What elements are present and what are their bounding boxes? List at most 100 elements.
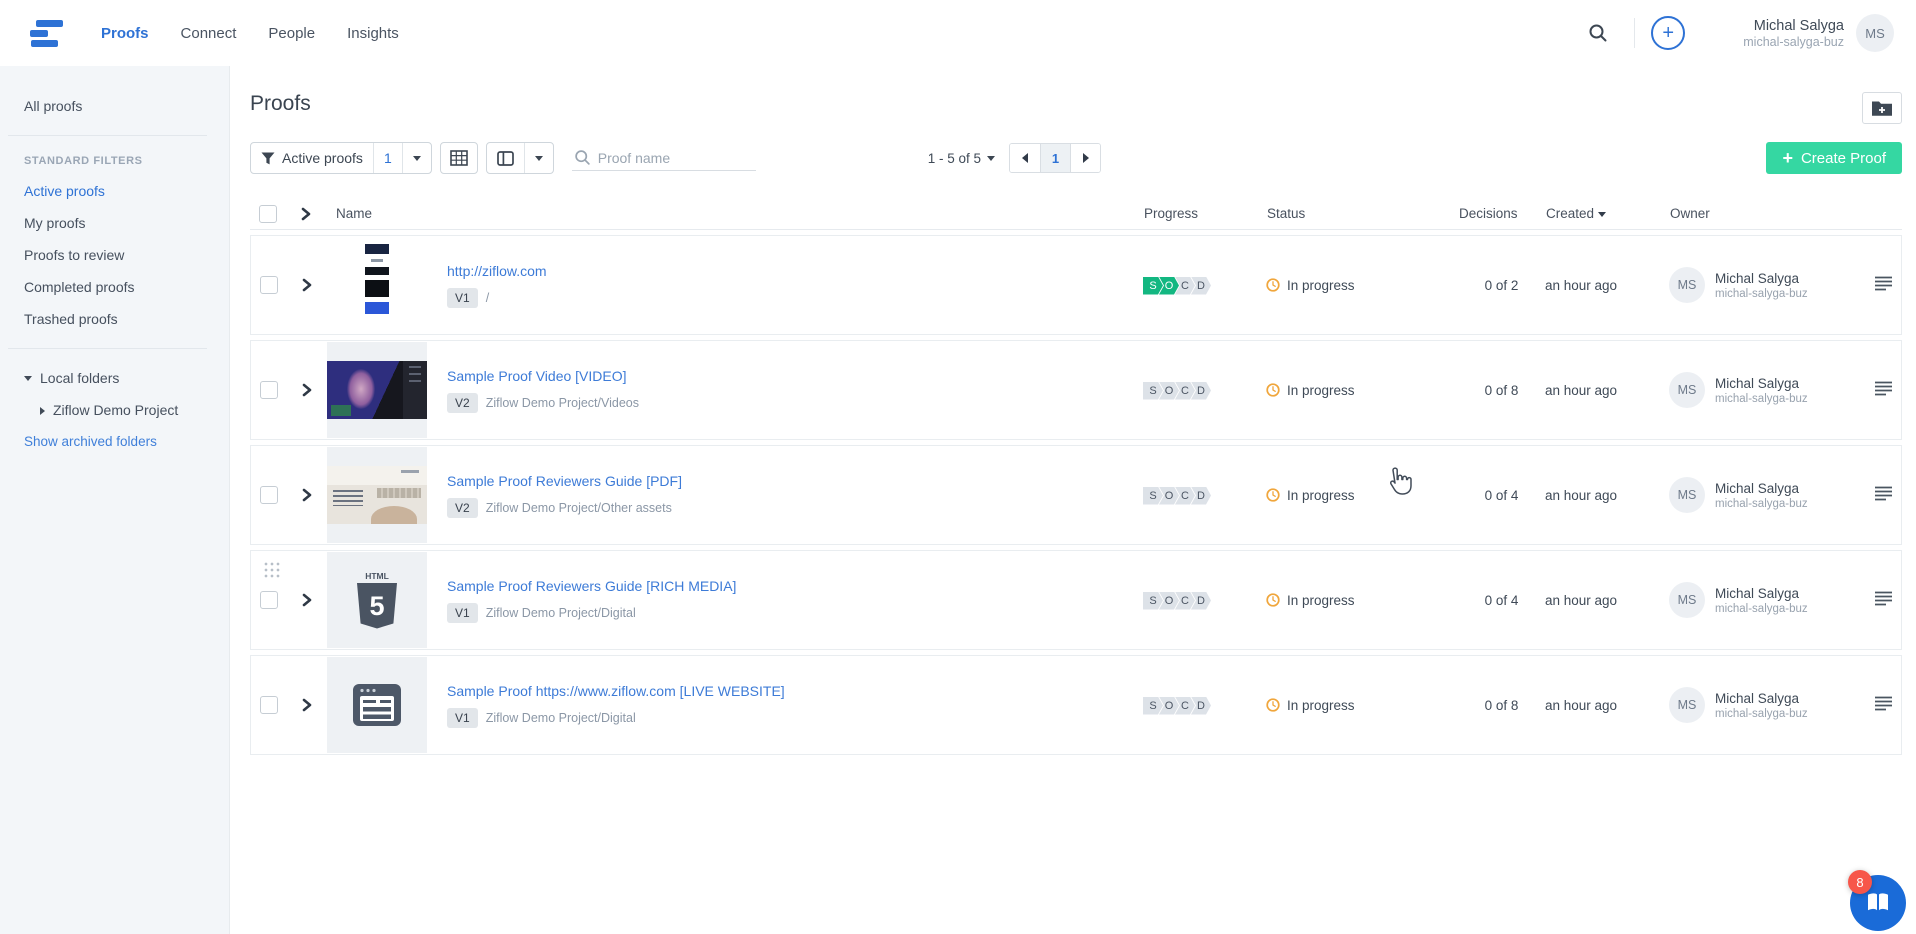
notification-count-badge: 8 xyxy=(1848,870,1872,894)
chevron-down-icon xyxy=(24,376,32,381)
owner-account: michal-salyga-buz xyxy=(1715,603,1808,615)
owner-name: Michal Salyga xyxy=(1715,271,1808,286)
layout-button[interactable] xyxy=(487,143,524,173)
show-archived-folders-link[interactable]: Show archived folders xyxy=(0,426,229,457)
active-filter-button[interactable]: Active proofs xyxy=(251,143,373,173)
owner-avatar: MS xyxy=(1669,477,1705,513)
proof-folder-path[interactable]: / xyxy=(486,291,489,305)
sidebar-item-active-proofs[interactable]: Active proofs xyxy=(0,175,229,207)
proof-folder-path[interactable]: Ziflow Demo Project/Digital xyxy=(486,711,636,725)
proof-name-link[interactable]: Sample Proof Video [VIDEO] xyxy=(447,368,627,384)
layout-caret-button[interactable] xyxy=(524,143,553,173)
filter-dropdown: Active proofs 1 xyxy=(250,142,432,174)
proof-folder-path[interactable]: Ziflow Demo Project/Videos xyxy=(486,396,639,410)
created-value: an hour ago xyxy=(1545,593,1669,608)
owner-avatar: MS xyxy=(1669,372,1705,408)
row-checkbox[interactable] xyxy=(260,276,278,294)
page-number-button[interactable]: 1 xyxy=(1040,144,1070,172)
filter-count-badge[interactable]: 1 xyxy=(373,143,402,173)
row-menu-icon[interactable] xyxy=(1870,482,1897,508)
nav-item-connect[interactable]: Connect xyxy=(181,25,237,42)
table-header: Name Progress Status Decisions Created O… xyxy=(250,198,1902,230)
sidebar-item-all-proofs[interactable]: All proofs xyxy=(0,90,229,122)
quick-create-button[interactable]: + xyxy=(1651,16,1685,50)
in-progress-clock-icon xyxy=(1266,593,1280,607)
detailed-view-button[interactable] xyxy=(440,142,478,174)
sidebar-divider xyxy=(8,135,207,136)
row-menu-icon[interactable] xyxy=(1870,377,1897,403)
search-icon[interactable] xyxy=(1578,17,1618,49)
status-text: In progress xyxy=(1287,593,1355,608)
expand-chevron-icon[interactable] xyxy=(287,382,327,398)
drag-handle[interactable] xyxy=(263,561,280,578)
filter-caret-button[interactable] xyxy=(402,143,431,173)
columns-layout-icon xyxy=(497,151,514,166)
table-row: HTML5 Sample Proof Reviewers Guide [RICH… xyxy=(250,550,1902,650)
progress-badges: SOCD xyxy=(1143,591,1266,610)
proof-name-link[interactable]: Sample Proof Reviewers Guide [PDF] xyxy=(447,473,682,489)
proof-search-input[interactable] xyxy=(598,150,738,166)
local-folders-toggle[interactable]: Local folders xyxy=(0,362,229,394)
page-range-dropdown[interactable]: 1 - 5 of 5 xyxy=(928,151,995,166)
table-row: Sample Proof Reviewers Guide [PDF] V2 Zi… xyxy=(250,445,1902,545)
sidebar-item-my-proofs[interactable]: My proofs xyxy=(0,207,229,239)
created-value: an hour ago xyxy=(1545,488,1669,503)
expand-chevron-icon[interactable] xyxy=(287,277,327,293)
create-proof-button[interactable]: + Create Proof xyxy=(1766,142,1902,174)
proof-thumbnail[interactable] xyxy=(327,237,427,333)
progress-segment-s: S xyxy=(1143,382,1163,400)
sidebar-item-proofs-to-review[interactable]: Proofs to review xyxy=(0,239,229,271)
sidebar-item-completed-proofs[interactable]: Completed proofs xyxy=(0,271,229,303)
sidebar-item-trashed-proofs[interactable]: Trashed proofs xyxy=(0,303,229,335)
select-all-checkbox[interactable] xyxy=(259,205,277,223)
decisions-value: 0 of 8 xyxy=(1458,383,1545,398)
decisions-value: 0 of 2 xyxy=(1458,278,1545,293)
proof-thumbnail[interactable] xyxy=(327,657,427,753)
chevron-left-icon xyxy=(1022,153,1028,163)
proof-name-link[interactable]: http://ziflow.com xyxy=(447,263,547,279)
proof-thumbnail[interactable]: HTML5 xyxy=(327,552,427,648)
proof-thumbnail[interactable] xyxy=(327,342,427,438)
user-avatar[interactable]: MS xyxy=(1856,14,1894,52)
row-checkbox[interactable] xyxy=(260,696,278,714)
chevron-down-icon xyxy=(535,156,543,161)
expand-chevron-icon[interactable] xyxy=(287,697,327,713)
prev-page-button[interactable] xyxy=(1010,144,1040,172)
row-menu-icon[interactable] xyxy=(1870,272,1897,298)
row-menu-icon[interactable] xyxy=(1870,692,1897,718)
ziflow-logo[interactable] xyxy=(30,17,63,50)
column-header-name: Name xyxy=(336,206,1144,221)
row-checkbox[interactable] xyxy=(260,591,278,609)
proof-name-link[interactable]: Sample Proof https://www.ziflow.com [LIV… xyxy=(447,683,785,699)
row-checkbox[interactable] xyxy=(260,381,278,399)
proof-thumbnail[interactable] xyxy=(327,447,427,543)
chevron-right-icon xyxy=(1083,153,1089,163)
nav-item-people[interactable]: People xyxy=(268,25,315,42)
column-header-created[interactable]: Created xyxy=(1546,206,1670,221)
proofs-table: Name Progress Status Decisions Created O… xyxy=(250,198,1902,755)
expand-all-chevron-icon[interactable] xyxy=(286,206,326,222)
nav-item-proofs[interactable]: Proofs xyxy=(101,25,149,42)
expand-chevron-icon[interactable] xyxy=(287,487,327,503)
proof-table-body: http://ziflow.com V1 / SOCD In progress … xyxy=(250,235,1902,755)
layout-dropdown xyxy=(486,142,554,174)
sidebar-folder-ziflow-demo-project[interactable]: Ziflow Demo Project xyxy=(0,394,229,426)
row-checkbox[interactable] xyxy=(260,486,278,504)
version-badge: V1 xyxy=(447,708,478,728)
user-menu[interactable]: Michal Salyga michal-salyga-buz xyxy=(1743,18,1844,49)
nav-item-insights[interactable]: Insights xyxy=(347,25,399,42)
new-folder-button[interactable] xyxy=(1862,92,1902,124)
expand-chevron-icon[interactable] xyxy=(287,592,327,608)
proof-name-link[interactable]: Sample Proof Reviewers Guide [RICH MEDIA… xyxy=(447,578,736,594)
chevron-down-icon xyxy=(987,156,995,161)
proof-search xyxy=(572,145,756,171)
proof-folder-path[interactable]: Ziflow Demo Project/Other assets xyxy=(486,501,672,515)
table-row: Sample Proof Video [VIDEO] V2 Ziflow Dem… xyxy=(250,340,1902,440)
standard-filters-label: STANDARD FILTERS xyxy=(0,149,229,175)
version-badge: V2 xyxy=(447,393,478,413)
proof-folder-path[interactable]: Ziflow Demo Project/Digital xyxy=(486,606,636,620)
progress-segment-s: S xyxy=(1143,592,1163,610)
column-header-progress: Progress xyxy=(1144,206,1267,221)
next-page-button[interactable] xyxy=(1070,144,1100,172)
row-menu-icon[interactable] xyxy=(1870,587,1897,613)
